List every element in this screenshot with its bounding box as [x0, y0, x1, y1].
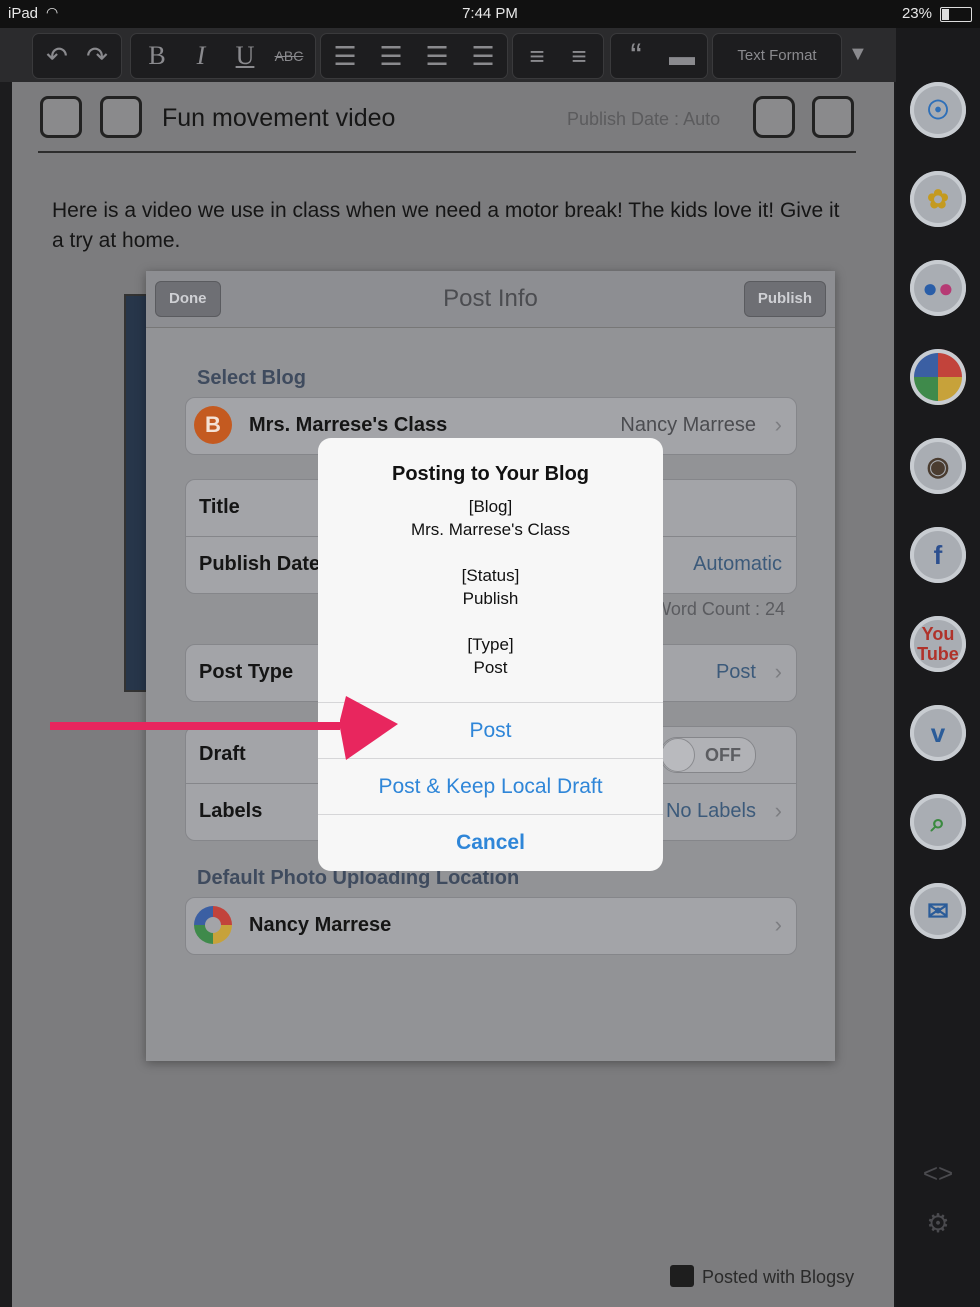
photo-location-row[interactable]: Nancy Marrese › — [186, 898, 796, 954]
chevron-right-icon: › — [774, 412, 782, 437]
alert-message: [Blog] Mrs. Marrese's Class [Status] Pub… — [318, 495, 663, 679]
toggle-knob — [661, 738, 695, 772]
picasa-icon — [194, 906, 232, 944]
post-type-label: Post Type — [199, 661, 294, 683]
post-keep-draft-button[interactable]: Post & Keep Local Draft — [318, 758, 663, 815]
chevron-right-icon: › — [774, 659, 782, 684]
blogger-icon: B — [194, 406, 232, 444]
cancel-button[interactable]: Cancel — [318, 814, 663, 871]
labels-label: Labels — [199, 800, 263, 822]
blog-value: Mrs. Marrese's Class — [410, 520, 571, 539]
pointer-arrow-icon — [50, 696, 398, 760]
select-blog-header: Select Blog — [197, 367, 306, 389]
chevron-right-icon: › — [774, 798, 782, 823]
publish-date-value: Automatic — [693, 553, 782, 575]
post-type-value: Post — [715, 661, 756, 683]
status-tag: [Status] — [461, 566, 520, 585]
photo-account: Nancy Marrese — [249, 914, 392, 936]
blog-author: Nancy Marrese — [620, 414, 756, 436]
arrow-shape — [50, 696, 398, 760]
type-tag: [Type] — [467, 635, 514, 654]
post-info-title: Post Info — [443, 285, 538, 312]
alert-title: Posting to Your Blog — [391, 463, 590, 485]
type-value: Post — [473, 658, 508, 677]
blog-name: Mrs. Marrese's Class — [249, 414, 448, 436]
photo-location-group: Nancy Marrese › — [185, 897, 797, 955]
draft-toggle-state: OFF — [705, 745, 741, 765]
draft-toggle[interactable]: OFF — [660, 737, 756, 773]
posting-alert: Posting to Your Blog [Blog] Mrs. Marrese… — [318, 438, 663, 871]
title-label: Title — [199, 496, 240, 518]
labels-value: No Labels — [665, 800, 756, 822]
chevron-right-icon: › — [774, 912, 782, 937]
status-value: Publish — [462, 589, 519, 608]
publish-button[interactable]: Publish — [743, 281, 826, 317]
blog-tag: [Blog] — [468, 497, 513, 516]
word-count: Word Count : 24 — [654, 599, 785, 619]
publish-date-label: Publish Date — [199, 553, 321, 575]
post-info-navbar: Done Post Info Publish — [146, 271, 835, 328]
